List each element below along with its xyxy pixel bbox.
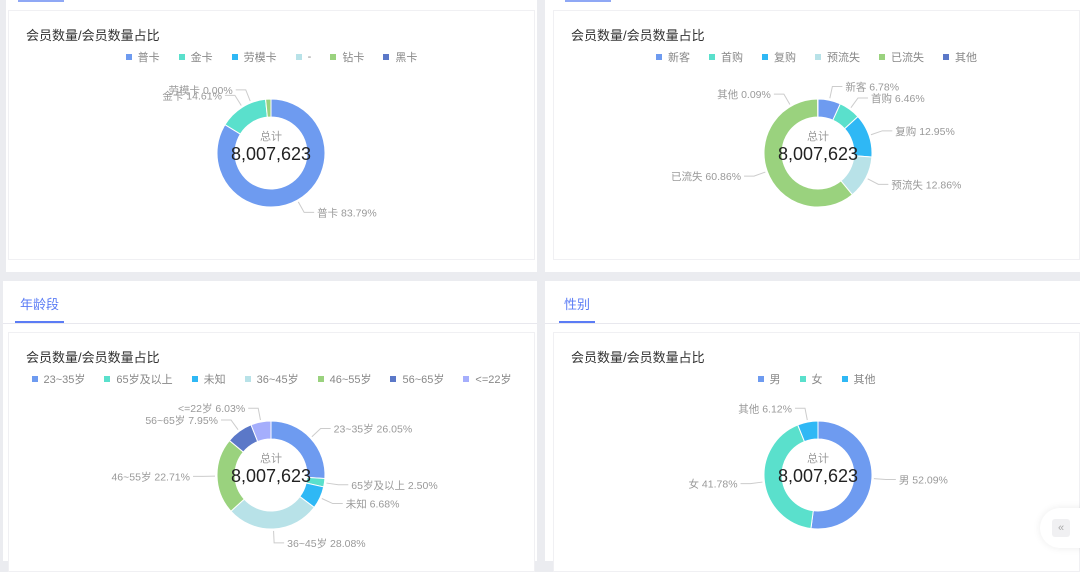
leader-line (774, 94, 790, 104)
leader-line (741, 482, 763, 484)
leader-line (298, 202, 314, 212)
leader-line (322, 498, 343, 503)
leader-line (221, 420, 238, 430)
slice-label: 其他 6.12% (738, 402, 792, 415)
center-total: 8,007,623 (778, 466, 858, 486)
tab-age[interactable]: 年龄段 (15, 294, 64, 323)
donut-chart: 普卡 83.79%金卡 14.61%劳模卡 0.00%总计8,007,623 (9, 11, 534, 259)
leader-line (830, 87, 843, 99)
slice-label: 65岁及以上 2.50% (351, 479, 437, 492)
leader-line (225, 95, 241, 105)
slice-label: 46~55岁 22.71% (111, 470, 190, 483)
panel-customer-status: 会员数量/会员数量占比新客首购复购预流失已流失其他新客 6.78%首购 6.46… (545, 0, 1080, 272)
slice-36~45岁[interactable] (231, 497, 314, 529)
slice-label: 36~45岁 28.08% (287, 537, 366, 550)
slice-label: 劳模卡 0.00% (169, 84, 233, 97)
leader-line (326, 483, 348, 485)
slice-label: 23~35岁 26.05% (334, 423, 413, 436)
chart-card: 会员数量/会员数量占比普卡金卡劳模卡-钻卡黑卡普卡 83.79%金卡 14.61… (8, 10, 535, 260)
leader-line (312, 429, 331, 437)
chart-card: 会员数量/会员数量占比新客首购复购预流失已流失其他新客 6.78%首购 6.46… (553, 10, 1080, 260)
slice-label: 复购 12.95% (895, 125, 955, 138)
center-label: 总计 (807, 451, 829, 465)
center-total: 8,007,623 (778, 144, 858, 164)
donut-chart: 23~35岁 26.05% 65岁及以上 2.50% 未知 6.68% 36~45岁 … (9, 333, 534, 571)
center-total: 8,007,623 (231, 466, 311, 486)
panel-gender: 性别 会员数量/会员数量占比男女其他男 52.09%女 41.78%其他 6.1… (545, 281, 1080, 561)
chart-card: 会员数量/会员数量占比23~35岁65岁及以上未知36~45岁46~55岁56~… (8, 332, 535, 572)
leader-line (795, 408, 807, 420)
slice-label: 其他 0.09% (717, 88, 771, 101)
donut-chart: 新客 6.78%首购 6.46% 复购 12.95% 预流失 12.86% 已流失 6… (554, 11, 1079, 259)
center-label: 总计 (260, 129, 282, 143)
leader-line (851, 98, 868, 108)
panel-card-type: 会员数量/会员数量占比普卡金卡劳模卡-钻卡黑卡普卡 83.79%金卡 14.61… (6, 0, 537, 272)
slice-label: 普卡 83.79% (317, 206, 377, 219)
leader-line (274, 531, 285, 543)
tab-bar: 性别 (545, 281, 1080, 324)
slice-label: 女 41.78% (689, 478, 738, 491)
donut-chart: 男 52.09% 女 41.78% 其他 6.12% 总计8,007,623 (554, 333, 1079, 571)
center-label: 总计 (260, 451, 282, 465)
tab-indicator (18, 0, 64, 2)
leader-line (868, 179, 889, 185)
slice-label: 新客 6.78% (845, 81, 899, 94)
slice-label: <=22岁 6.03% (178, 402, 245, 415)
slice-label: 未知 6.68% (346, 498, 400, 511)
slice-label: 首购 6.46% (871, 92, 925, 105)
leader-line (874, 479, 896, 480)
center-total: 8,007,623 (231, 144, 311, 164)
tab-gender[interactable]: 性别 (559, 294, 595, 323)
leader-line (871, 131, 892, 135)
panel-age: 年龄段 会员数量/会员数量占比23~35岁65岁及以上未知36~45岁46~55… (3, 281, 537, 561)
chart-card: 会员数量/会员数量占比男女其他男 52.09%女 41.78%其他 6.12%总… (553, 332, 1080, 572)
tab-indicator (565, 0, 611, 2)
slice-金卡[interactable] (225, 99, 267, 134)
slice-label: 已流失 60.86% (671, 170, 741, 183)
slice-label: 男 52.09% (899, 474, 948, 486)
collapse-button[interactable]: « (1040, 508, 1080, 548)
center-label: 总计 (807, 129, 829, 143)
slice-label: 56~65岁 7.95% (145, 414, 218, 427)
leader-line (744, 172, 765, 176)
double-chevron-left-icon: « (1052, 519, 1070, 537)
leader-line (248, 408, 260, 420)
slice-label: 预流失 12.86% (891, 178, 961, 191)
tab-bar: 年龄段 (3, 281, 537, 324)
